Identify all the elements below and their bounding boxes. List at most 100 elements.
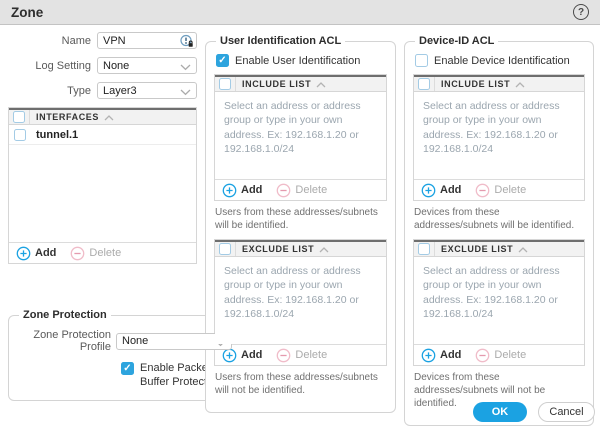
zone-protection-profile-value: None — [122, 335, 148, 347]
device-include-select-all-checkbox[interactable] — [418, 78, 430, 90]
interfaces-select-all-cell — [9, 110, 30, 124]
select-all-cell — [414, 242, 435, 256]
interfaces-column-header[interactable]: INTERFACES — [36, 112, 99, 122]
delete-button[interactable]: Delete — [475, 183, 526, 198]
zone-protection-profile-row: Zone Protection Profile None — [17, 329, 232, 353]
device-exclude-column-header[interactable]: EXCLUDE LIST — [441, 244, 513, 254]
device-exclude-list-body[interactable]: Select an address or address group or ty… — [414, 257, 584, 344]
user-exclude-header-row: EXCLUDE LIST — [215, 240, 386, 257]
user-exclude-caption: Users from these addresses/subnets will … — [215, 371, 386, 397]
user-include-header-row: INCLUDE LIST — [215, 75, 386, 92]
device-include-column-header[interactable]: INCLUDE LIST — [441, 79, 510, 89]
enable-device-identification-checkbox[interactable] — [415, 54, 428, 67]
add-button[interactable]: Add — [222, 348, 262, 363]
delete-button[interactable]: Delete — [276, 348, 327, 363]
log-setting-label: Log Setting — [8, 60, 97, 72]
minus-circle-icon — [475, 348, 490, 363]
list-placeholder: Select an address or address group or ty… — [215, 92, 386, 157]
help-icon[interactable]: ? — [573, 4, 589, 20]
plus-circle-icon — [222, 183, 237, 198]
list-placeholder: Select an address or address group or ty… — [215, 257, 386, 322]
minus-circle-icon — [276, 183, 291, 198]
user-exclude-footer: Add Delete — [215, 344, 386, 365]
select-all-cell — [414, 77, 435, 91]
user-acl-column: User Identification ACL Enable User Iden… — [205, 32, 396, 426]
device-include-header-row: INCLUDE LIST — [414, 75, 584, 92]
device-exclude-footer: Add Delete — [414, 344, 584, 365]
device-include-list-body[interactable]: Select an address or address group or ty… — [414, 92, 584, 179]
name-input[interactable] — [103, 35, 180, 47]
type-select[interactable]: Layer3 — [97, 82, 197, 99]
dialog-body: Name Log Setting None — [0, 25, 600, 433]
page-title: Zone — [11, 5, 43, 20]
zone-protection-profile-label: Zone Protection Profile — [17, 329, 116, 353]
plus-circle-icon — [16, 246, 31, 261]
dialog-button-bar: OK Cancel — [473, 402, 595, 422]
device-exclude-listbox: EXCLUDE LIST Select an address or addres… — [413, 239, 585, 366]
dialog-header: Zone ? — [0, 0, 600, 25]
user-include-select-all-checkbox[interactable] — [219, 78, 231, 90]
user-exclude-column-header[interactable]: EXCLUDE LIST — [242, 244, 314, 254]
chevron-down-icon — [180, 64, 191, 71]
name-label: Name — [8, 35, 97, 47]
type-row: Type Layer3 — [8, 82, 197, 99]
enable-device-identification-row: Enable Device Identification — [415, 54, 585, 67]
device-include-caption: Devices from these addresses/subnets wil… — [414, 206, 584, 232]
user-acl-legend: User Identification ACL — [216, 35, 345, 47]
user-include-column-header[interactable]: INCLUDE LIST — [242, 79, 311, 89]
chevron-down-icon — [180, 89, 191, 96]
enable-device-identification-label: Enable Device Identification — [434, 55, 570, 67]
user-include-listbox: INCLUDE LIST Select an address or addres… — [214, 74, 387, 201]
add-button[interactable]: Add — [421, 348, 461, 363]
name-input-wrap — [97, 32, 197, 49]
zone-protection-legend: Zone Protection — [19, 309, 111, 321]
left-column: Name Log Setting None — [8, 32, 197, 426]
delete-button[interactable]: Delete — [70, 246, 121, 261]
table-row[interactable]: tunnel.1 — [9, 125, 196, 145]
sort-asc-icon[interactable] — [319, 247, 329, 253]
interfaces-select-all-checkbox[interactable] — [13, 111, 25, 123]
log-setting-row: Log Setting None — [8, 57, 197, 74]
ok-button[interactable]: OK — [473, 402, 527, 422]
packet-buffer-checkbox[interactable] — [121, 362, 134, 375]
user-exclude-select-all-checkbox[interactable] — [219, 243, 231, 255]
list-placeholder: Select an address or address group or ty… — [414, 257, 584, 322]
log-setting-value: None — [103, 60, 129, 72]
delete-button[interactable]: Delete — [276, 183, 327, 198]
sort-asc-icon[interactable] — [104, 115, 114, 121]
select-all-cell — [215, 242, 236, 256]
delete-button[interactable]: Delete — [475, 348, 526, 363]
sort-asc-icon[interactable] — [515, 82, 525, 88]
plus-circle-icon — [421, 348, 436, 363]
user-include-list-body[interactable]: Select an address or address group or ty… — [215, 92, 386, 179]
row-checkbox-cell — [9, 129, 30, 141]
enable-user-identification-row: Enable User Identification — [216, 54, 387, 67]
type-value: Layer3 — [103, 85, 137, 97]
select-all-cell — [215, 77, 236, 91]
sort-asc-icon[interactable] — [518, 247, 528, 253]
row-checkbox[interactable] — [14, 129, 26, 141]
user-acl-fieldset: User Identification ACL Enable User Iden… — [205, 35, 396, 413]
add-button[interactable]: Add — [421, 183, 461, 198]
add-button[interactable]: Add — [222, 183, 262, 198]
list-placeholder: Select an address or address group or ty… — [414, 92, 584, 157]
add-button[interactable]: Add — [16, 246, 56, 261]
audit-lock-icon — [180, 34, 194, 48]
log-setting-select[interactable]: None — [97, 57, 197, 74]
enable-user-identification-label: Enable User Identification — [235, 55, 360, 67]
interfaces-list-body: tunnel.1 — [9, 125, 196, 242]
interface-name: tunnel.1 — [36, 129, 78, 141]
user-exclude-listbox: EXCLUDE LIST Select an address or addres… — [214, 239, 387, 366]
minus-circle-icon — [475, 183, 490, 198]
device-exclude-header-row: EXCLUDE LIST — [414, 240, 584, 257]
plus-circle-icon — [222, 348, 237, 363]
type-label: Type — [8, 85, 97, 97]
user-include-footer: Add Delete — [215, 179, 386, 200]
plus-circle-icon — [421, 183, 436, 198]
interfaces-header-row: INTERFACES — [9, 108, 196, 125]
enable-user-identification-checkbox[interactable] — [216, 54, 229, 67]
user-exclude-list-body[interactable]: Select an address or address group or ty… — [215, 257, 386, 344]
sort-asc-icon[interactable] — [316, 82, 326, 88]
cancel-button[interactable]: Cancel — [538, 402, 595, 422]
device-exclude-select-all-checkbox[interactable] — [418, 243, 430, 255]
